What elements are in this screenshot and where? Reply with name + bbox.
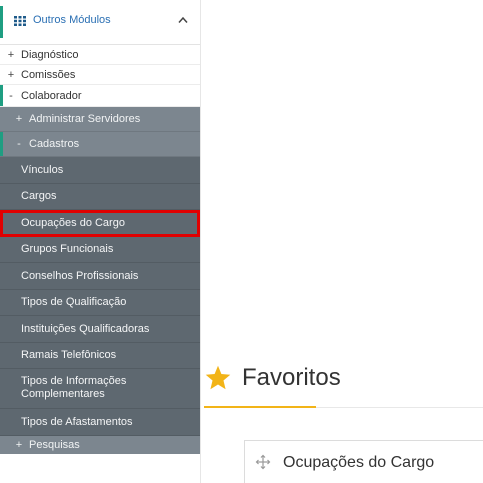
collapse-minus-icon: - [17, 138, 21, 150]
sidebar-item-cargos[interactable]: Cargos [0, 183, 200, 210]
sidebar-item-label: Colaborador [21, 89, 82, 102]
sidebar-item-instituicoes-qualificadoras[interactable]: Instituições Qualificadoras [0, 316, 200, 343]
sidebar-item-administrar-servidores[interactable]: + Administrar Servidores [0, 107, 200, 132]
active-accent-bar [0, 85, 3, 106]
expand-plus-icon: + [7, 48, 15, 61]
sidebar-item-ramais-telefonicos[interactable]: Ramais Telefônicos [0, 342, 200, 369]
expand-plus-icon: + [15, 113, 23, 125]
sidebar-item-tipos-de-afastamentos[interactable]: Tipos de Afastamentos [0, 409, 200, 436]
sidebar-item-comissoes[interactable]: + Comissões [0, 65, 200, 85]
sidebar-item-label: Pesquisas [29, 438, 80, 451]
sidebar-item-label: Cargos [21, 190, 57, 203]
sidebar-item-vinculos[interactable]: Vínculos [0, 157, 200, 184]
sidebar-item-pesquisas[interactable]: + Pesquisas [0, 435, 200, 454]
sidebar-item-label: Comissões [21, 68, 76, 81]
grid-icon [14, 16, 26, 26]
sidebar-item-tipos-de-qualificacao[interactable]: Tipos de Qualificação [0, 289, 200, 316]
sidebar-item-label: Cadastros [29, 138, 80, 150]
active-accent-bar [0, 6, 3, 38]
favorites-header: Favoritos [204, 362, 483, 412]
sidebar-header-title: Outros Módulos [33, 14, 111, 26]
sidebar: Outros Módulos + Diagnóstico + Comissões… [0, 0, 201, 483]
sidebar-item-label: Instituições Qualificadoras [21, 322, 150, 335]
expand-plus-icon: + [7, 68, 15, 81]
sidebar-item-label: Diagnóstico [21, 48, 79, 61]
sidebar-item-conselhos-profissionais[interactable]: Conselhos Profissionais [0, 263, 200, 290]
move-icon[interactable] [255, 454, 271, 470]
sidebar-item-tipos-de-informacoes-complementares[interactable]: Tipos de Informações Complementares [0, 369, 200, 409]
collapse-minus-icon: - [9, 89, 13, 102]
active-accent-bar [0, 132, 3, 156]
sidebar-item-colaborador[interactable]: - Colaborador [0, 85, 200, 107]
sidebar-item-label: Administrar Servidores [29, 113, 141, 125]
favorites-title: Favoritos [242, 364, 341, 391]
chevron-up-icon[interactable] [178, 16, 188, 24]
sidebar-item-diagnostico[interactable]: + Diagnóstico [0, 45, 200, 65]
sidebar-item-label: Ramais Telefônicos [21, 349, 117, 362]
sidebar-item-cadastros[interactable]: - Cadastros [0, 132, 200, 157]
favorites-title-underline [204, 406, 316, 408]
sidebar-item-label: Tipos de Qualificação [21, 296, 127, 309]
sidebar-item-ocupacoes-do-cargo[interactable]: Ocupações do Cargo [0, 210, 200, 237]
sidebar-item-label: Tipos de Afastamentos [21, 415, 133, 428]
expand-plus-icon: + [15, 438, 23, 451]
sidebar-item-label: Ocupações do Cargo [21, 216, 125, 229]
sidebar-item-label: Vínculos [21, 163, 64, 176]
sidebar-item-label: Tipos de Informações Complementares [21, 375, 127, 400]
sidebar-item-label: Grupos Funcionais [21, 243, 114, 256]
favorites-divider [316, 407, 483, 408]
star-icon [205, 365, 231, 390]
favorite-item-ocupacoes-do-cargo[interactable]: Ocupações do Cargo [244, 440, 483, 483]
sidebar-item-label: Conselhos Profissionais [21, 269, 139, 282]
sidebar-item-grupos-funcionais[interactable]: Grupos Funcionais [0, 236, 200, 263]
favorite-item-label: Ocupações do Cargo [283, 454, 435, 471]
sidebar-header-outros-modulos[interactable]: Outros Módulos [0, 0, 200, 45]
